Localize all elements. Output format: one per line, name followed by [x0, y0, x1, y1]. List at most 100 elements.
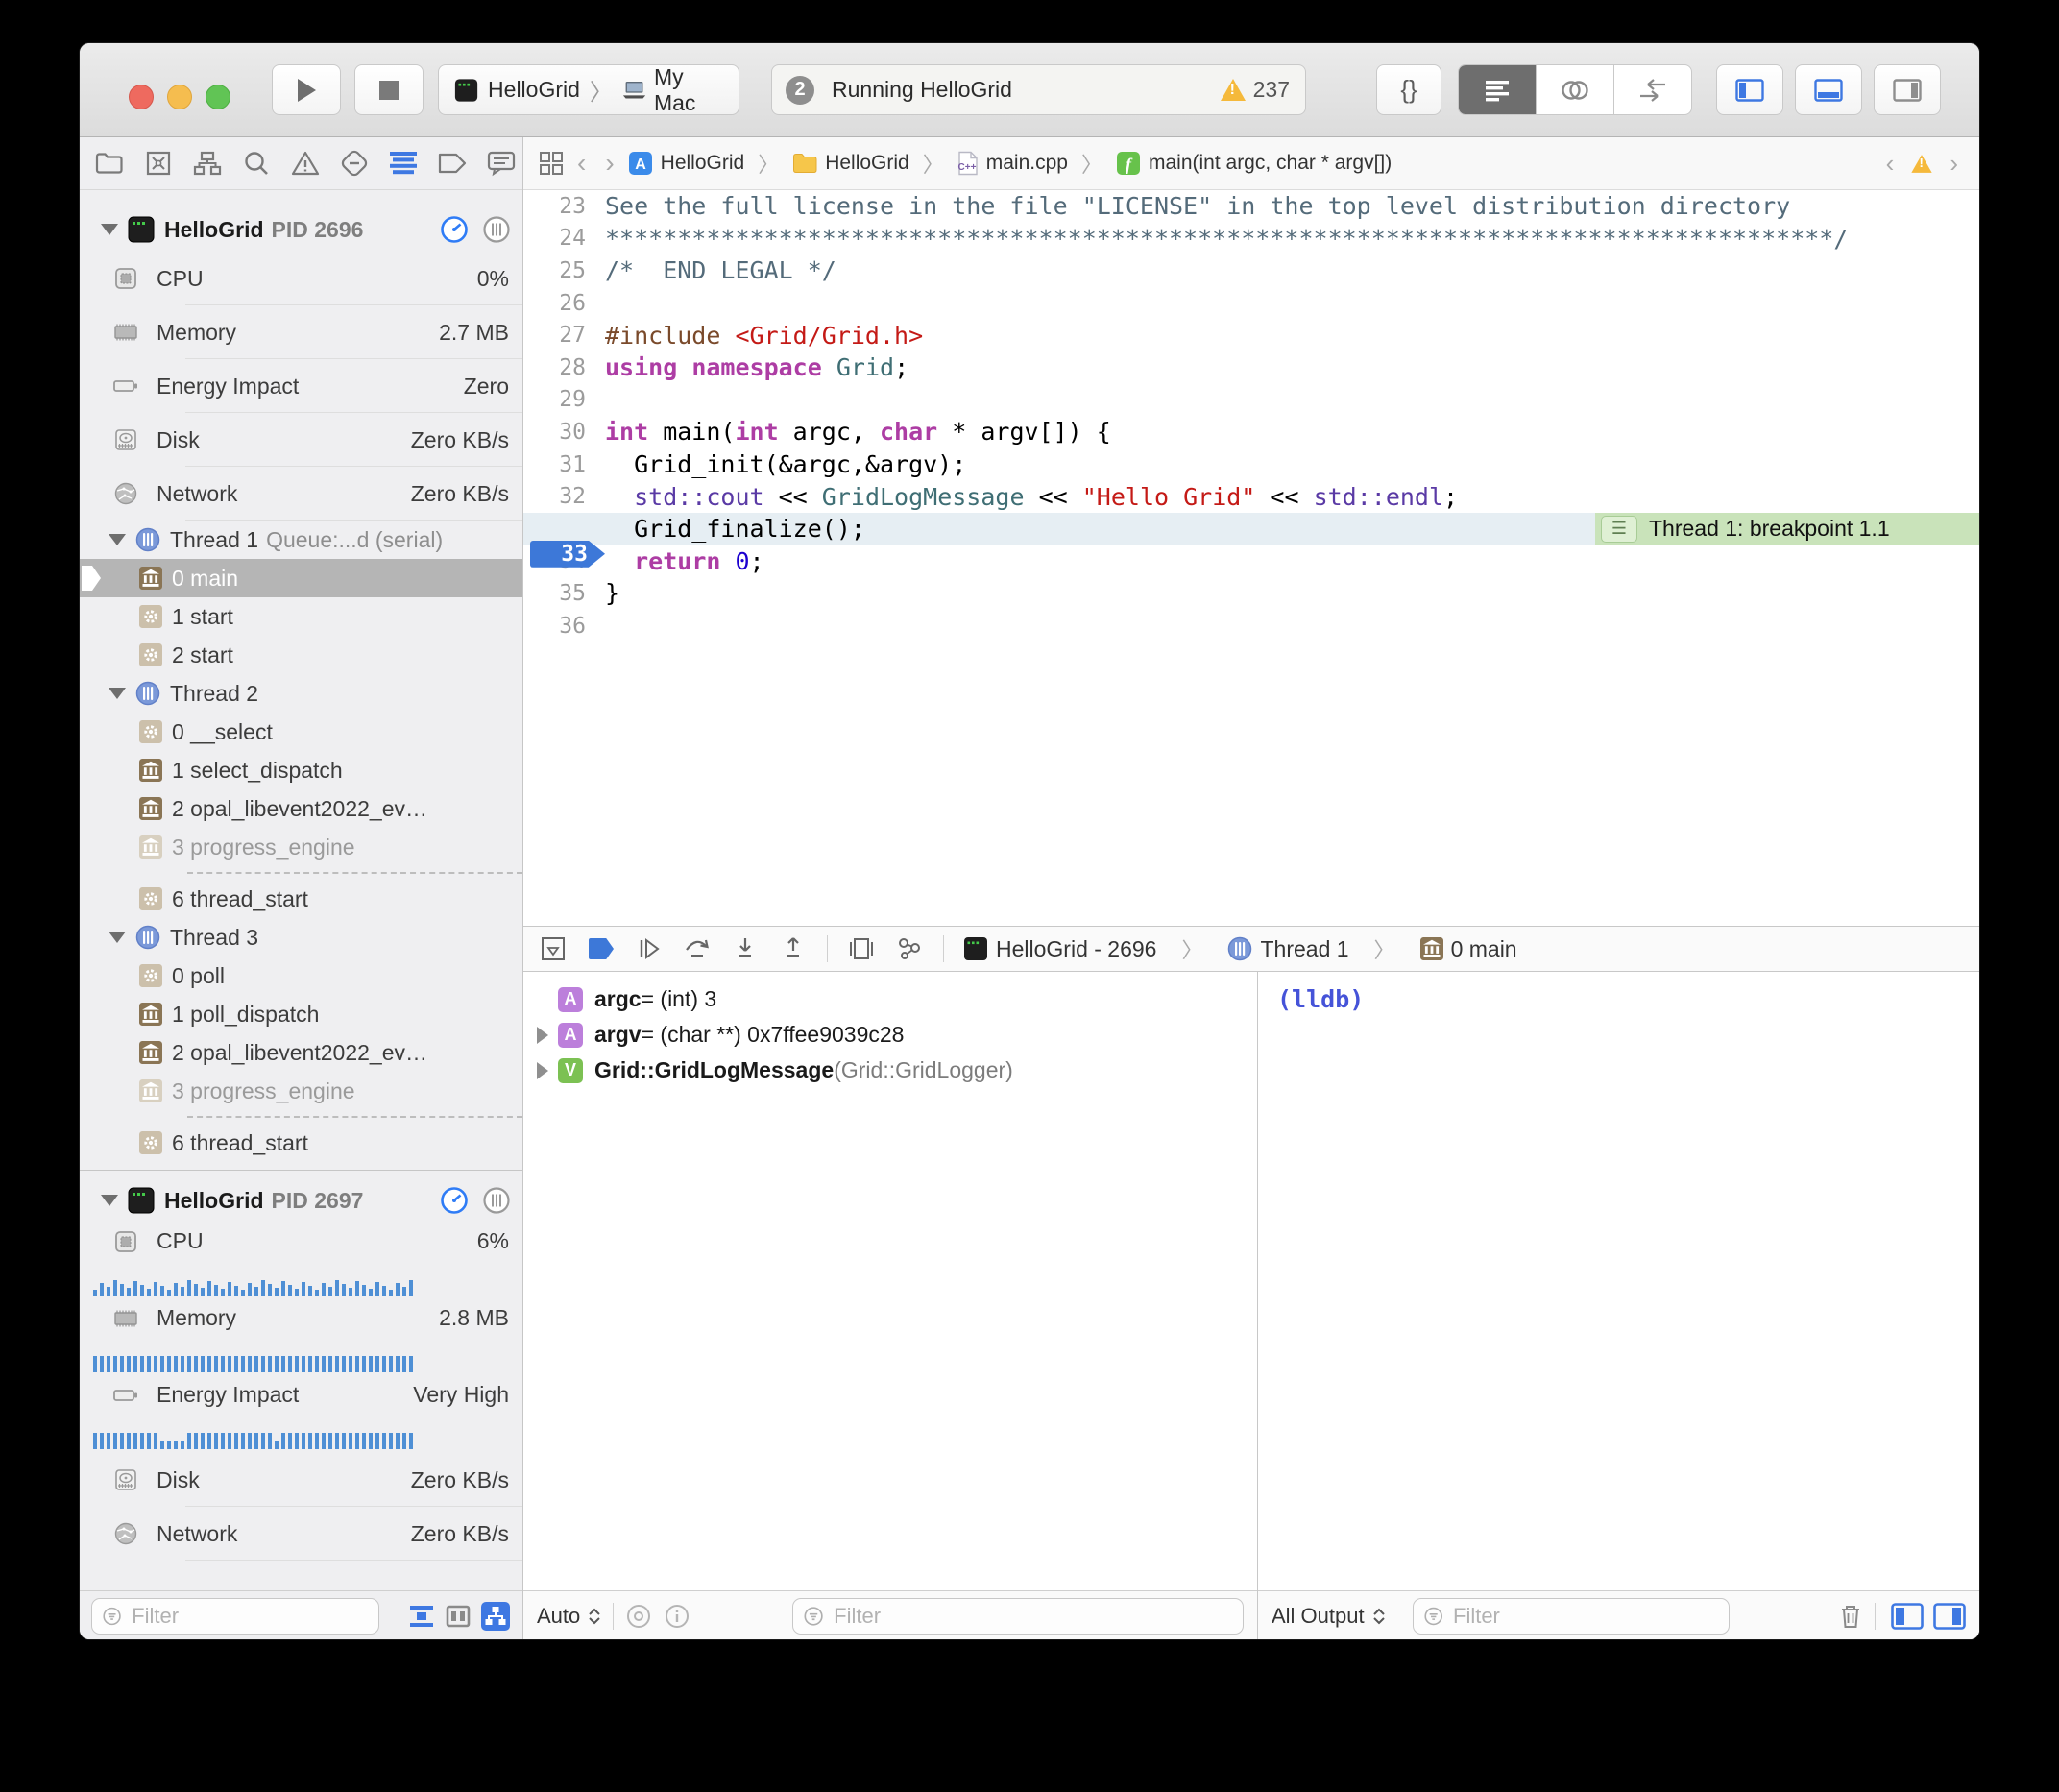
filter-debug-symbols-icon[interactable]	[407, 1602, 436, 1631]
process-row[interactable]: HelloGridPID 2697	[80, 1178, 522, 1223]
zoom-window-button[interactable]	[206, 85, 230, 109]
line-number[interactable]: 36	[523, 614, 605, 639]
gauge-row-cpu[interactable]: CPU0%	[80, 252, 522, 305]
thread-row[interactable]: Thread 1Queue:...d (serial)	[80, 521, 522, 559]
quick-look-icon[interactable]	[625, 1603, 652, 1630]
gauge-row-network[interactable]: NetworkZero KB/s	[80, 1507, 522, 1561]
gauge-row-disk[interactable]: DiskZero KB/s	[80, 413, 522, 467]
source-control-navigator-tab[interactable]	[142, 147, 175, 180]
stack-frame-row[interactable]: 0 poll	[80, 957, 522, 995]
project-navigator-tab[interactable]	[93, 147, 126, 180]
debug-navigator-tab[interactable]	[387, 147, 420, 180]
line-number[interactable]: 29	[523, 387, 605, 412]
step-over-button[interactable]	[683, 934, 712, 963]
breadcrumb-folder[interactable]: HelloGrid	[792, 152, 909, 175]
debug-breadcrumb-frame[interactable]: 0 main	[1420, 936, 1517, 962]
run-button[interactable]	[272, 64, 341, 115]
breakpoints-toggle-button[interactable]	[587, 934, 616, 963]
process-row[interactable]: HelloGridPID 2696	[80, 207, 522, 252]
code-text[interactable]: Grid_finalize();	[605, 515, 865, 543]
navigator-filter-input[interactable]	[130, 1603, 369, 1630]
variable-row[interactable]: A argv = (char **) 0x7ffee9039c28	[523, 1017, 1257, 1053]
line-number[interactable]: 25	[523, 258, 605, 283]
navigator-filter-field[interactable]	[91, 1598, 379, 1635]
continue-button[interactable]	[635, 934, 664, 963]
scheme-selector[interactable]: HelloGrid 〉 My Mac	[438, 64, 739, 115]
debug-view-hierarchy-button[interactable]	[847, 934, 876, 963]
code-text[interactable]: }	[605, 579, 619, 607]
stack-frame-row[interactable]: 3 progress_engine	[80, 1072, 522, 1110]
code-line[interactable]: 29	[523, 384, 1979, 417]
gauge-row-disk[interactable]: DiskZero KB/s	[80, 1453, 522, 1507]
line-number[interactable]: 27	[523, 323, 605, 348]
breakpoint-navigator-tab[interactable]	[436, 147, 469, 180]
gauge-row-energy-impact[interactable]: Energy ImpactZero	[80, 359, 522, 413]
line-number[interactable]: 30	[523, 420, 605, 445]
stack-frame-row[interactable]: 1 select_dispatch	[80, 751, 522, 789]
code-line[interactable]: 35 }	[523, 577, 1979, 610]
toggle-debug-area-button[interactable]	[1795, 64, 1862, 115]
code-text[interactable]: std::cout << GridLogMessage << "Hello Gr…	[605, 483, 1458, 511]
gauge-button-icon[interactable]	[440, 1186, 469, 1215]
issue-navigator-tab[interactable]	[289, 147, 322, 180]
debug-breadcrumb-process[interactable]: HelloGrid - 2696	[963, 936, 1156, 962]
disclosure-triangle-icon[interactable]	[537, 1027, 548, 1044]
toggle-inspector-panel-button[interactable]	[1874, 64, 1941, 115]
report-navigator-tab[interactable]	[485, 147, 518, 180]
breakpoint-gutter[interactable]: 33	[523, 491, 605, 568]
gauge-row-memory[interactable]: Memory2.7 MB	[80, 305, 522, 359]
code-text[interactable]: See the full license in the file "LICENS…	[605, 192, 1790, 220]
disclosure-triangle-icon[interactable]	[109, 534, 126, 545]
next-issue-button[interactable]: ›	[1950, 149, 1958, 179]
stop-button[interactable]	[354, 64, 424, 115]
stack-frame-row[interactable]: 2 opal_libevent2022_ev…	[80, 789, 522, 828]
code-line[interactable]: 30 int main(int argc, char * argv[]) {	[523, 416, 1979, 448]
go-forward-button[interactable]: ›	[605, 148, 614, 179]
debug-breadcrumb-thread[interactable]: Thread 1	[1227, 936, 1348, 962]
console-filter-input[interactable]	[1451, 1603, 1719, 1630]
code-text[interactable]: /* END LEGAL */	[605, 256, 836, 284]
disclosure-triangle-icon[interactable]	[101, 224, 118, 235]
gauge-row-cpu[interactable]: CPU6%	[80, 1223, 522, 1299]
stack-frame-row[interactable]: 3 progress_engine	[80, 828, 522, 866]
annotation-menu-icon[interactable]: ☰	[1601, 516, 1637, 543]
variable-row[interactable]: A argc = (int) 3	[523, 981, 1257, 1017]
code-line[interactable]: 26	[523, 287, 1979, 320]
code-text[interactable]: return 0;	[605, 547, 764, 575]
stack-frame-row[interactable]: 6 thread_start	[80, 1124, 522, 1162]
minimize-window-button[interactable]	[167, 85, 192, 109]
stack-frame-row[interactable]: 0 main	[80, 559, 522, 597]
go-back-button[interactable]: ‹	[577, 148, 586, 179]
print-description-icon[interactable]	[664, 1603, 690, 1630]
variables-scope-dropdown[interactable]: Auto	[537, 1604, 601, 1629]
issue-warning-icon[interactable]	[1912, 155, 1932, 173]
close-window-button[interactable]	[129, 85, 154, 109]
disclosure-triangle-icon[interactable]	[109, 932, 126, 943]
view-process-hierarchy-icon[interactable]	[480, 1601, 511, 1632]
breadcrumb-file[interactable]: C++ main.cpp	[957, 151, 1068, 176]
related-items-icon[interactable]	[539, 151, 564, 176]
step-into-button[interactable]	[731, 934, 760, 963]
source-editor[interactable]: 23 See the full license in the file "LIC…	[523, 190, 1979, 926]
stack-frame-row[interactable]: 6 thread_start	[80, 880, 522, 918]
variables-filter-input[interactable]	[832, 1603, 1233, 1630]
stack-frame-row[interactable]: 0 __select	[80, 713, 522, 751]
symbol-navigator-tab[interactable]	[191, 147, 224, 180]
thread-row[interactable]: Thread 2	[80, 674, 522, 713]
show-console-view-button[interactable]	[1933, 1603, 1966, 1630]
breakpoint-annotation[interactable]: ☰ Thread 1: breakpoint 1.1	[1595, 513, 1979, 545]
code-text[interactable]: int main(int argc, char * argv[]) {	[605, 418, 1111, 446]
show-variables-view-button[interactable]	[1891, 1603, 1924, 1630]
variables-filter-field[interactable]	[792, 1598, 1244, 1635]
code-line[interactable]: 28 using namespace Grid;	[523, 351, 1979, 384]
gauge-button-icon[interactable]	[440, 215, 469, 244]
clear-console-trash-icon[interactable]	[1838, 1603, 1863, 1630]
code-text[interactable]: ****************************************…	[605, 225, 1848, 253]
thread-row[interactable]: Thread 3	[80, 918, 522, 957]
console-output-mode-dropdown[interactable]: All Output	[1272, 1604, 1386, 1629]
code-line[interactable]: 32 std::cout << GridLogMessage << "Hello…	[523, 480, 1979, 513]
line-number[interactable]: 35	[523, 581, 605, 606]
stack-frame-row[interactable]: 1 poll_dispatch	[80, 995, 522, 1033]
previous-issue-button[interactable]: ‹	[1886, 149, 1895, 179]
breadcrumb-symbol[interactable]: f main(int argc, char * argv[])	[1116, 151, 1392, 176]
